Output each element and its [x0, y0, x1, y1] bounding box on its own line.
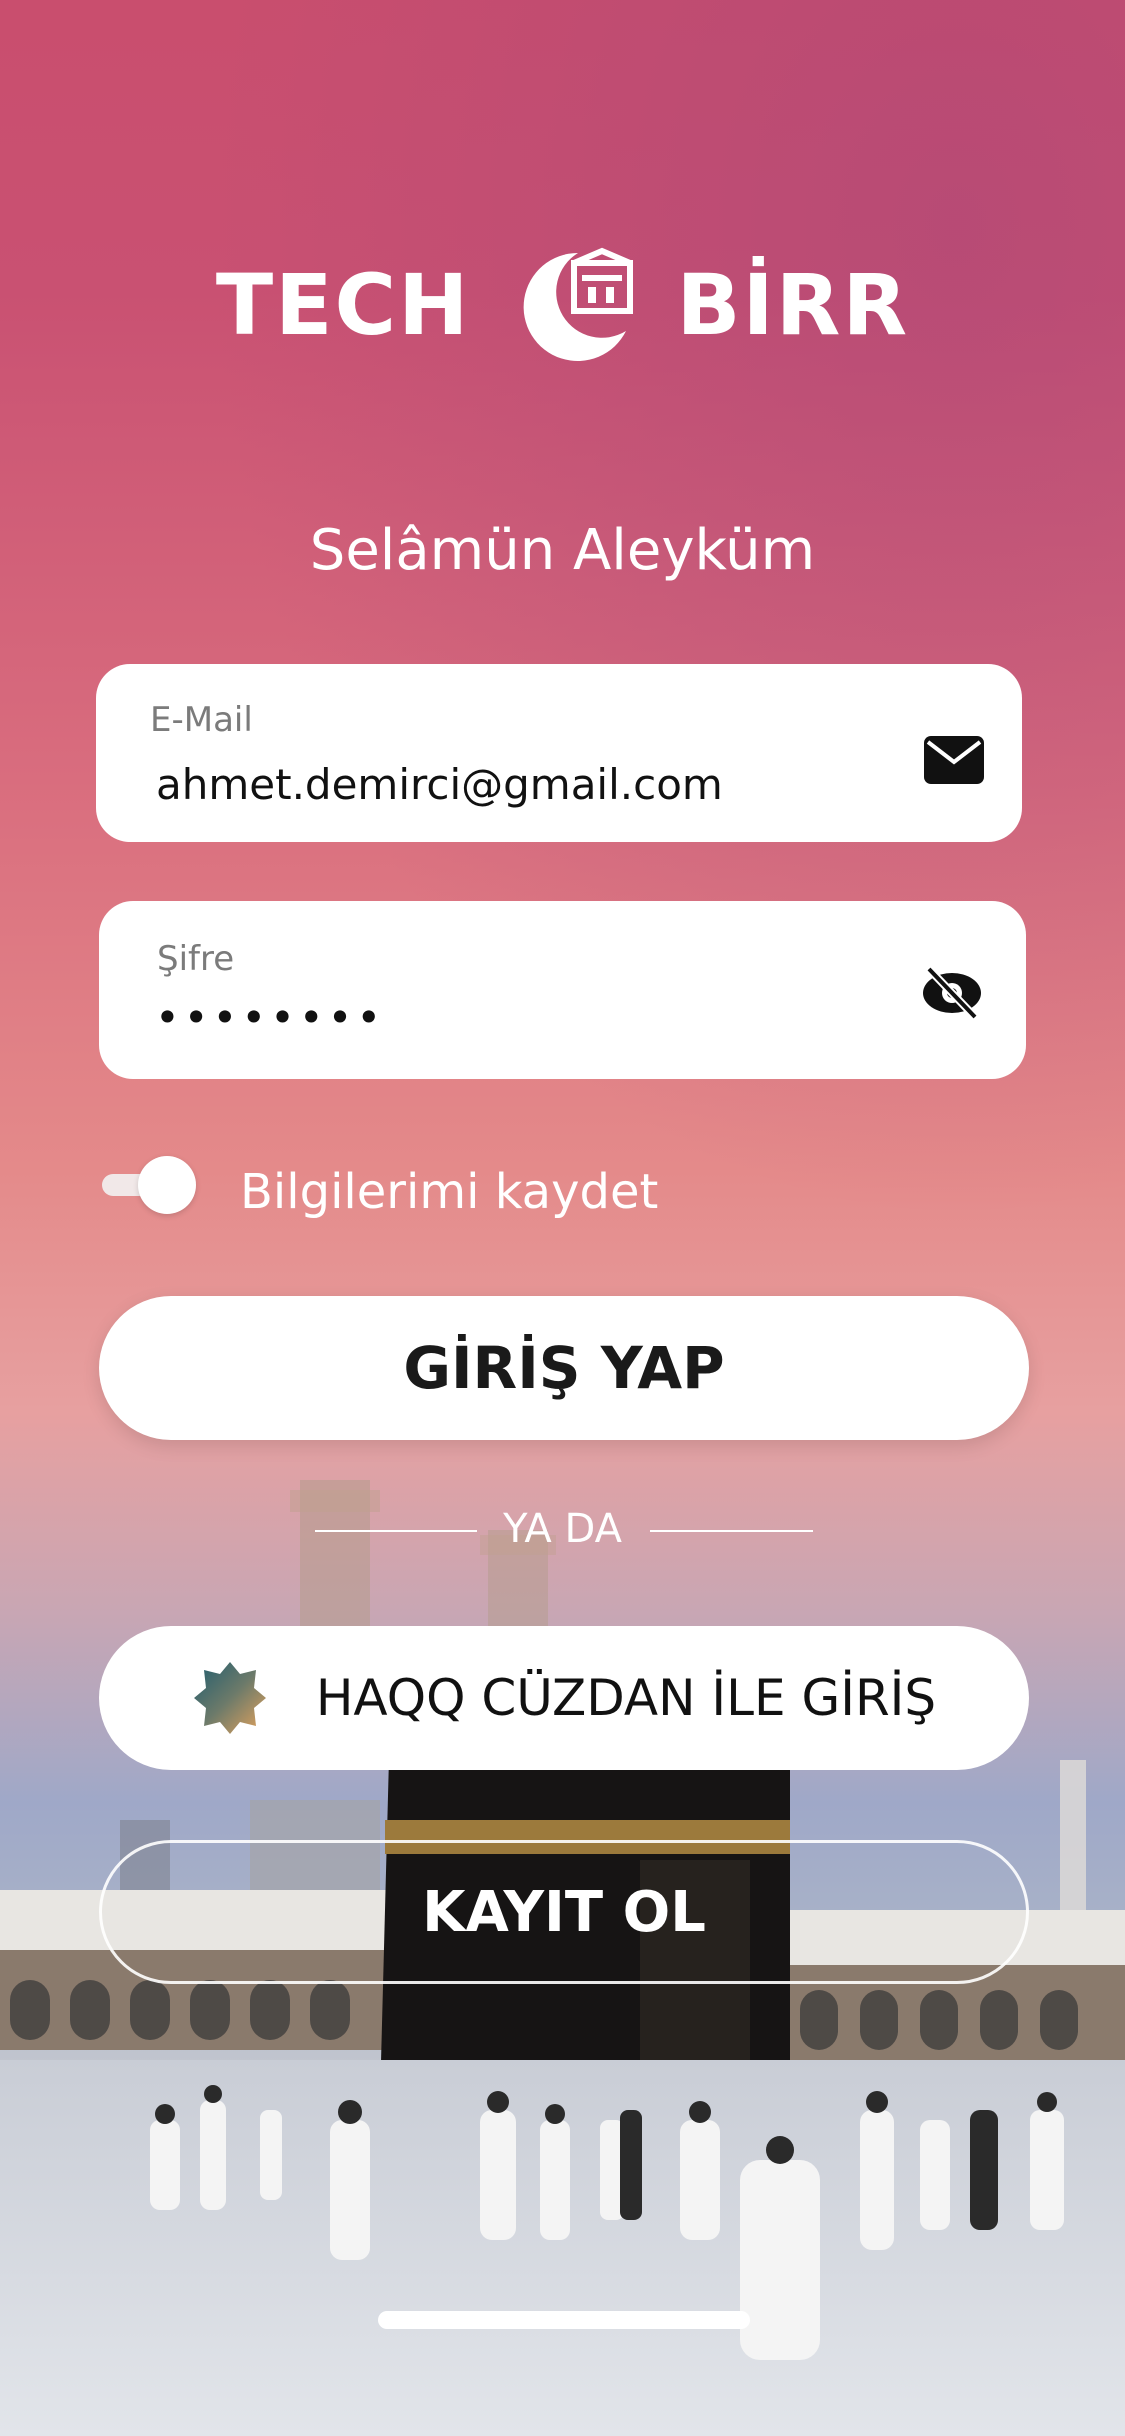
brand-logo: TECH BİRR	[0, 247, 1125, 361]
brand-left-word: TECH	[215, 256, 471, 354]
brand-right-word: BİRR	[676, 256, 910, 354]
haqq-logo-icon	[193, 1662, 266, 1734]
eye-off-icon[interactable]	[921, 965, 983, 1021]
email-label: E-Mail	[150, 700, 253, 740]
greeting-text: Selâmün Aleyküm	[309, 518, 816, 583]
home-indicator	[378, 2311, 750, 2329]
register-button-label: KAYIT OL	[422, 1879, 706, 1945]
password-label: Şifre	[157, 939, 235, 979]
remember-toggle[interactable]	[102, 1156, 198, 1214]
divider-line-right	[650, 1530, 813, 1532]
divider-text: YA DA	[503, 1506, 622, 1552]
email-field[interactable]: E-Mail ahmet.demirci@gmail.com	[96, 664, 1022, 842]
password-field[interactable]: Şifre ••••••••	[99, 901, 1026, 1079]
email-value[interactable]: ahmet.demirci@gmail.com	[156, 760, 723, 809]
remember-label: Bilgilerimi kaydet	[240, 1164, 659, 1220]
login-button[interactable]: GİRİŞ YAP	[99, 1296, 1029, 1440]
haqq-wallet-button[interactable]: HAQQ CÜZDAN İLE GİRİŞ	[99, 1626, 1029, 1770]
envelope-icon	[924, 736, 984, 784]
login-screen: TECH BİRR Selâmün Aleyküm E-Mail ahmet.d…	[0, 0, 1125, 2436]
register-button[interactable]: KAYIT OL	[99, 1840, 1029, 1984]
login-button-label: GİRİŞ YAP	[403, 1334, 725, 1402]
crescent-kaaba-icon	[524, 247, 634, 361]
toggle-knob	[138, 1156, 196, 1214]
haqq-wallet-label: HAQQ CÜZDAN İLE GİRİŞ	[315, 1669, 937, 1727]
password-value[interactable]: ••••••••	[155, 993, 385, 1042]
